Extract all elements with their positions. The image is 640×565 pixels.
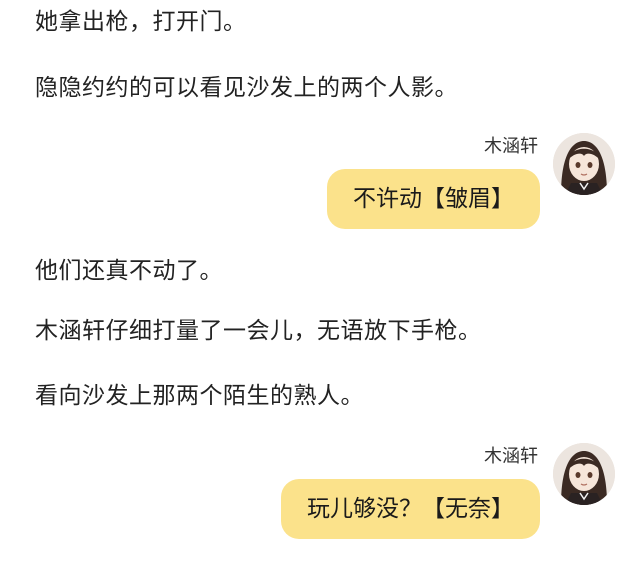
narration-line: 他们还真不动了。 <box>35 258 223 284</box>
message-bubble: 玩儿够没？【无奈】 <box>281 479 540 539</box>
message-speaker-name: 木涵轩 <box>484 136 538 157</box>
message-speaker-name: 木涵轩 <box>484 446 538 467</box>
narration-line: 她拿出枪，打开门。 <box>35 9 247 35</box>
narration-line: 木涵轩仔细打量了一会儿，无语放下手枪。 <box>35 318 482 344</box>
narration-line: 看向沙发上那两个陌生的熟人。 <box>35 383 364 409</box>
anime-girl-avatar-icon[interactable] <box>553 133 615 195</box>
anime-girl-avatar-icon[interactable] <box>553 443 615 505</box>
message-bubble: 不许动【皱眉】 <box>327 169 540 229</box>
narration-line: 隐隐约约的可以看见沙发上的两个人影。 <box>35 75 458 101</box>
